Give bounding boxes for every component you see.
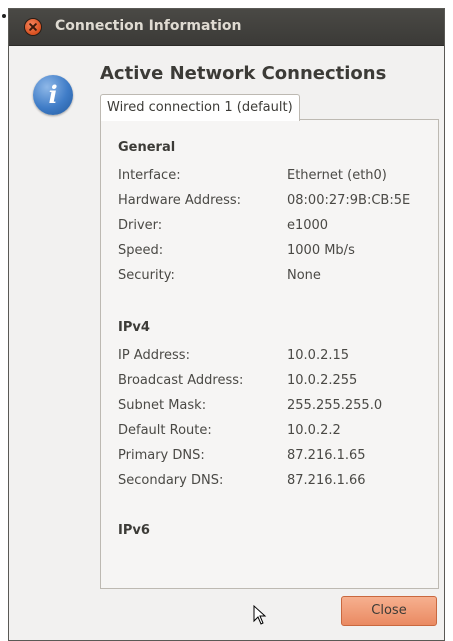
section-ipv4-title: IPv4 — [118, 320, 150, 335]
subnet-mask-value: 255.255.255.0 — [287, 398, 383, 413]
info-icon: i — [33, 75, 73, 115]
window-title: Connection Information — [55, 18, 242, 34]
ip-address-value: 10.0.2.15 — [287, 348, 350, 363]
security-value: None — [287, 268, 321, 283]
speed-label: Speed: — [118, 243, 164, 258]
secondary-dns-value: 87.216.1.66 — [287, 473, 366, 488]
security-label: Security: — [118, 268, 175, 283]
speed-value: 1000 Mb/s — [287, 243, 355, 258]
hardware-address-value: 08:00:27:9B:CB:5E — [287, 193, 411, 208]
broadcast-address-label: Broadcast Address: — [118, 373, 244, 388]
dialog-heading: Active Network Connections — [100, 63, 387, 84]
primary-dns-label: Primary DNS: — [118, 448, 205, 463]
screenshot-stage: Connection Information i Active Network … — [0, 0, 453, 641]
mouse-pointer-icon — [253, 605, 267, 625]
section-general-title: General — [118, 140, 176, 155]
interface-value: Ethernet (eth0) — [287, 168, 387, 183]
default-route-label: Default Route: — [118, 423, 212, 438]
interface-label: Interface: — [118, 168, 181, 183]
driver-value: e1000 — [287, 218, 329, 233]
tab-wired-connection-1[interactable]: Wired connection 1 (default) — [100, 94, 300, 121]
section-ipv6-title: IPv6 — [118, 523, 150, 538]
hardware-address-label: Hardware Address: — [118, 193, 242, 208]
window-titlebar[interactable]: Connection Information — [9, 9, 444, 46]
connection-information-dialog: Connection Information i Active Network … — [8, 8, 445, 641]
primary-dns-value: 87.216.1.65 — [287, 448, 366, 463]
ip-address-label: IP Address: — [118, 348, 190, 363]
close-icon[interactable] — [25, 19, 41, 35]
subnet-mask-label: Subnet Mask: — [118, 398, 207, 413]
bullet-dot — [2, 14, 6, 18]
connection-details-panel: General Interface: Ethernet (eth0) Hardw… — [100, 119, 439, 589]
driver-label: Driver: — [118, 218, 163, 233]
secondary-dns-label: Secondary DNS: — [118, 473, 224, 488]
broadcast-address-value: 10.0.2.255 — [287, 373, 358, 388]
top-cropped-strip — [0, 0, 453, 6]
default-route-value: 10.0.2.2 — [287, 423, 341, 438]
close-button[interactable]: Close — [341, 596, 437, 626]
